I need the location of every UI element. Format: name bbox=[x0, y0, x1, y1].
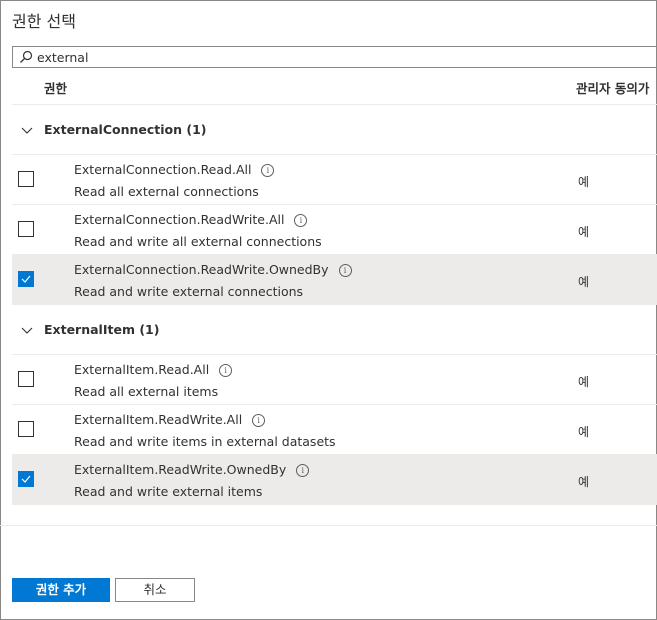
permission-checkbox[interactable] bbox=[18, 421, 34, 437]
column-header-permission: 권한 bbox=[44, 81, 68, 96]
info-icon[interactable]: i bbox=[296, 464, 310, 477]
permission-description: Read and write external connections bbox=[74, 284, 304, 299]
admin-consent-value: 예 bbox=[578, 275, 590, 289]
permission-row[interactable]: ExternalConnection.ReadWrite.OwnedBy i Re… bbox=[12, 255, 657, 305]
permission-checkbox[interactable] bbox=[18, 171, 34, 187]
permission-checkbox[interactable] bbox=[18, 271, 34, 287]
group-title: ExternalItem (1) bbox=[44, 322, 160, 337]
search-box[interactable] bbox=[12, 46, 657, 68]
checkmark-icon bbox=[21, 475, 31, 483]
permission-name: ExternalConnection.ReadWrite.OwnedBy i bbox=[74, 262, 352, 277]
permission-checkbox[interactable] bbox=[18, 471, 34, 487]
dialog-title: 권한 선택 bbox=[12, 12, 76, 31]
permission-row[interactable]: ExternalItem.ReadWrite.All i Read and wri… bbox=[12, 405, 657, 455]
info-icon[interactable]: i bbox=[338, 264, 352, 277]
permission-checkbox[interactable] bbox=[18, 371, 34, 387]
admin-consent-value: 예 bbox=[578, 225, 590, 239]
permission-name: ExternalItem.ReadWrite.OwnedBy i bbox=[74, 462, 310, 477]
permission-row[interactable]: ExternalItem.Read.All i Read all external… bbox=[12, 355, 657, 405]
chevron-down-icon[interactable] bbox=[20, 123, 34, 137]
permission-name: ExternalItem.ReadWrite.All i bbox=[74, 412, 266, 427]
admin-consent-value: 예 bbox=[578, 425, 590, 439]
permission-row[interactable]: ExternalConnection.ReadWrite.All i Read a… bbox=[12, 205, 657, 255]
permission-description: Read all external connections bbox=[74, 184, 259, 199]
admin-consent-value: 예 bbox=[578, 175, 590, 189]
cancel-button[interactable]: 취소 bbox=[115, 578, 195, 602]
info-icon[interactable]: i bbox=[294, 214, 308, 227]
permission-description: Read and write external items bbox=[74, 484, 263, 499]
permission-description: Read and write items in external dataset… bbox=[74, 434, 336, 449]
add-permissions-button[interactable]: 권한 추가 bbox=[12, 578, 110, 602]
admin-consent-value: 예 bbox=[578, 475, 590, 489]
column-header-admin-consent: 관리자 동의가 bbox=[576, 81, 650, 96]
search-icon bbox=[20, 50, 33, 63]
group-header-externalconnection[interactable]: ExternalConnection (1) bbox=[12, 105, 657, 155]
permission-checkbox[interactable] bbox=[18, 221, 34, 237]
permission-description: Read all external items bbox=[74, 384, 219, 399]
permission-name: ExternalConnection.ReadWrite.All i bbox=[74, 212, 308, 227]
footer-divider bbox=[0, 525, 657, 526]
checkmark-icon bbox=[21, 275, 31, 283]
permission-row[interactable]: ExternalItem.ReadWrite.OwnedBy i Read and… bbox=[12, 455, 657, 505]
group-header-externalitem[interactable]: ExternalItem (1) bbox=[12, 305, 657, 355]
permission-row[interactable]: ExternalConnection.Read.All i Read all ex… bbox=[12, 155, 657, 205]
info-icon[interactable]: i bbox=[252, 414, 266, 427]
info-icon[interactable]: i bbox=[261, 164, 275, 177]
permission-name: ExternalConnection.Read.All i bbox=[74, 162, 275, 177]
permission-description: Read and write all external connections bbox=[74, 234, 322, 249]
permission-name: ExternalItem.Read.All i bbox=[74, 362, 233, 377]
search-input[interactable] bbox=[37, 48, 597, 66]
group-title: ExternalConnection (1) bbox=[44, 122, 207, 137]
info-icon[interactable]: i bbox=[219, 364, 233, 377]
admin-consent-value: 예 bbox=[578, 375, 590, 389]
chevron-down-icon[interactable] bbox=[20, 323, 34, 337]
